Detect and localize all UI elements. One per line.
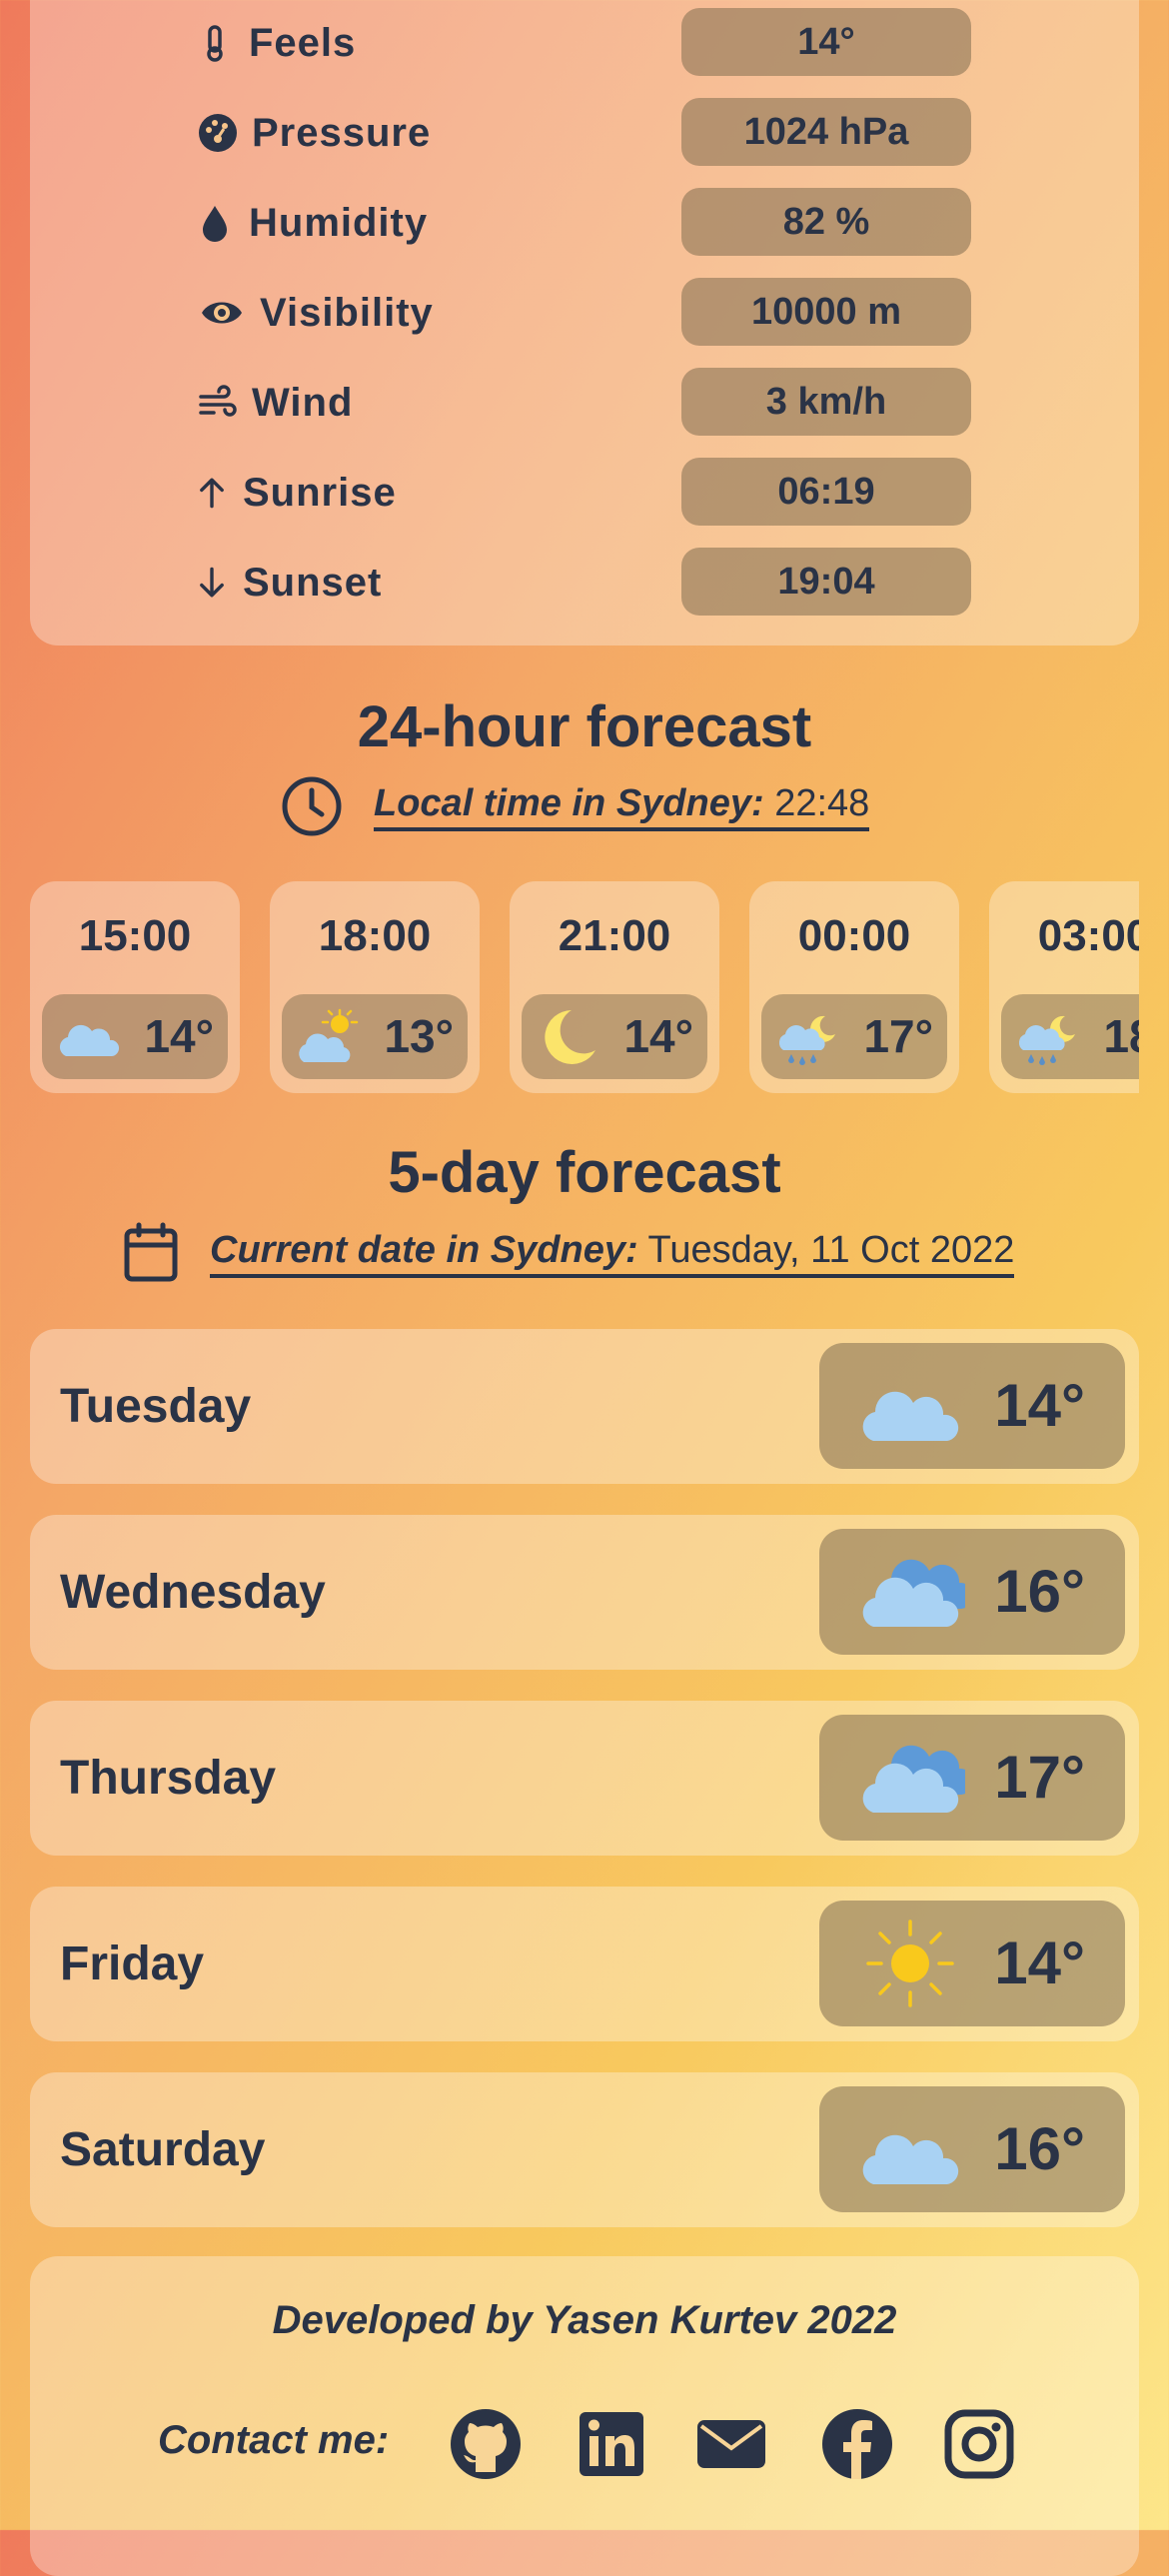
eye-icon — [202, 302, 242, 324]
linkedin-icon[interactable] — [576, 2408, 647, 2480]
hourly-time: 15:00 — [78, 911, 192, 960]
hourly-temp: 14° — [623, 1010, 693, 1062]
email-icon[interactable] — [695, 2408, 767, 2480]
hourly-forecast-carousel[interactable]: 15:00 14° 18:00 13° 21:00 14° 00:00 17° … — [30, 881, 1139, 1093]
daily-day: Thursday — [60, 1752, 277, 1805]
daily-day: Friday — [60, 1937, 205, 1990]
detail-row-feels: Feels 14° — [30, 8, 1139, 78]
weather-details-panel: Feels 14° Pressure 1024 hPa Humidity 82 … — [30, 0, 1139, 645]
hourly-forecast-title: 24-hour forecast — [357, 694, 812, 759]
instagram-icon[interactable] — [943, 2408, 1015, 2480]
local-time-value: 22:48 — [774, 781, 870, 824]
detail-row-humidity: Humidity 82 % — [30, 188, 1139, 258]
github-icon[interactable] — [450, 2408, 522, 2480]
hourly-card: 21:00 14° — [510, 881, 719, 1093]
current-date-value: Tuesday, 11 Oct 2022 — [647, 1228, 1015, 1271]
detail-row-sunrise: Sunrise 06:19 — [30, 458, 1139, 528]
calendar-icon — [124, 1222, 178, 1282]
arrow-down-icon — [200, 567, 224, 598]
cloud-icon — [862, 2134, 959, 2184]
detail-value: 1024 hPa — [681, 98, 971, 166]
hourly-card: 03:00 18° — [989, 881, 1139, 1093]
daily-temp: 16° — [994, 2115, 1085, 2182]
detail-row-sunset: Sunset 19:04 — [30, 548, 1139, 618]
daily-row-tuesday: Tuesday 14° — [30, 1329, 1139, 1484]
cloud-icon — [862, 1391, 959, 1441]
detail-label: Pressure — [252, 110, 432, 155]
clock-icon — [282, 776, 342, 836]
moon-rain-cloud-icon — [778, 1015, 835, 1065]
cloud-icon — [59, 1024, 120, 1056]
hourly-card: 18:00 13° — [270, 881, 480, 1093]
wind-icon — [199, 385, 237, 417]
detail-row-wind: Wind 3 km/h — [30, 368, 1139, 438]
daily-temp: 14° — [994, 1930, 1085, 1996]
hourly-time: 00:00 — [797, 911, 911, 960]
hourly-card: 00:00 17° — [749, 881, 959, 1093]
double-cloud-icon — [862, 1559, 965, 1627]
droplet-icon — [203, 206, 227, 242]
detail-value: 19:04 — [681, 548, 971, 616]
thermometer-icon — [207, 25, 223, 62]
detail-label: Humidity — [249, 200, 429, 245]
daily-row-friday: Friday 14° — [30, 1887, 1139, 2041]
hourly-temp: 17° — [863, 1010, 933, 1062]
hourly-temp: 14° — [144, 1010, 214, 1062]
current-date-label: Current date in Sydney: — [210, 1228, 638, 1271]
daily-day: Saturday — [60, 2123, 266, 2176]
sun-cloud-icon — [299, 1008, 359, 1062]
detail-row-pressure: Pressure 1024 hPa — [30, 98, 1139, 168]
detail-value: 10000 m — [681, 278, 971, 346]
arrow-up-icon — [200, 478, 224, 509]
daily-row-wednesday: Wednesday 16° — [30, 1515, 1139, 1670]
hourly-temp: 13° — [384, 1010, 454, 1062]
detail-value: 3 km/h — [681, 368, 971, 436]
detail-label: Sunrise — [243, 470, 397, 515]
detail-label: Wind — [252, 380, 354, 425]
moon-icon — [545, 1010, 595, 1064]
daily-day: Tuesday — [60, 1380, 252, 1433]
hourly-time: 03:00 — [1037, 911, 1139, 960]
hourly-time: 21:00 — [558, 911, 671, 960]
detail-label: Visibility — [260, 290, 434, 335]
daily-temp: 14° — [994, 1372, 1085, 1439]
detail-value: 82 % — [681, 188, 971, 256]
footer: Developed by Yasen Kurtev 2022 Contact m… — [30, 2256, 1139, 2576]
hourly-temp: 18° — [1103, 1010, 1139, 1062]
facebook-icon[interactable] — [821, 2408, 893, 2480]
sun-icon — [866, 1920, 954, 2007]
double-cloud-icon — [862, 1745, 965, 1813]
current-date-line: Current date in Sydney: Tuesday, 11 Oct … — [122, 1221, 1015, 1285]
detail-value: 06:19 — [681, 458, 971, 526]
daily-temp: 16° — [994, 1558, 1085, 1625]
daily-forecast-title: 5-day forecast — [388, 1140, 781, 1205]
detail-label: Feels — [249, 20, 357, 65]
contact-label: Contact me: — [158, 2418, 390, 2462]
detail-value: 14° — [681, 8, 971, 76]
hourly-time: 18:00 — [318, 911, 432, 960]
hourly-card: 15:00 14° — [30, 881, 240, 1093]
detail-row-visibility: Visibility 10000 m — [30, 278, 1139, 348]
local-time-label: Local time in Sydney: — [374, 781, 764, 824]
developer-credit: Developed by Yasen Kurtev 2022 — [272, 2298, 897, 2342]
daily-temp: 17° — [994, 1744, 1085, 1811]
moon-rain-cloud-icon — [1018, 1015, 1075, 1065]
detail-label: Sunset — [243, 560, 383, 605]
gauge-icon — [199, 114, 237, 152]
daily-row-thursday: Thursday 17° — [30, 1701, 1139, 1856]
daily-day: Wednesday — [60, 1566, 326, 1619]
local-time-line: Local time in Sydney: 22:48 — [280, 774, 870, 838]
daily-row-saturday: Saturday 16° — [30, 2072, 1139, 2227]
